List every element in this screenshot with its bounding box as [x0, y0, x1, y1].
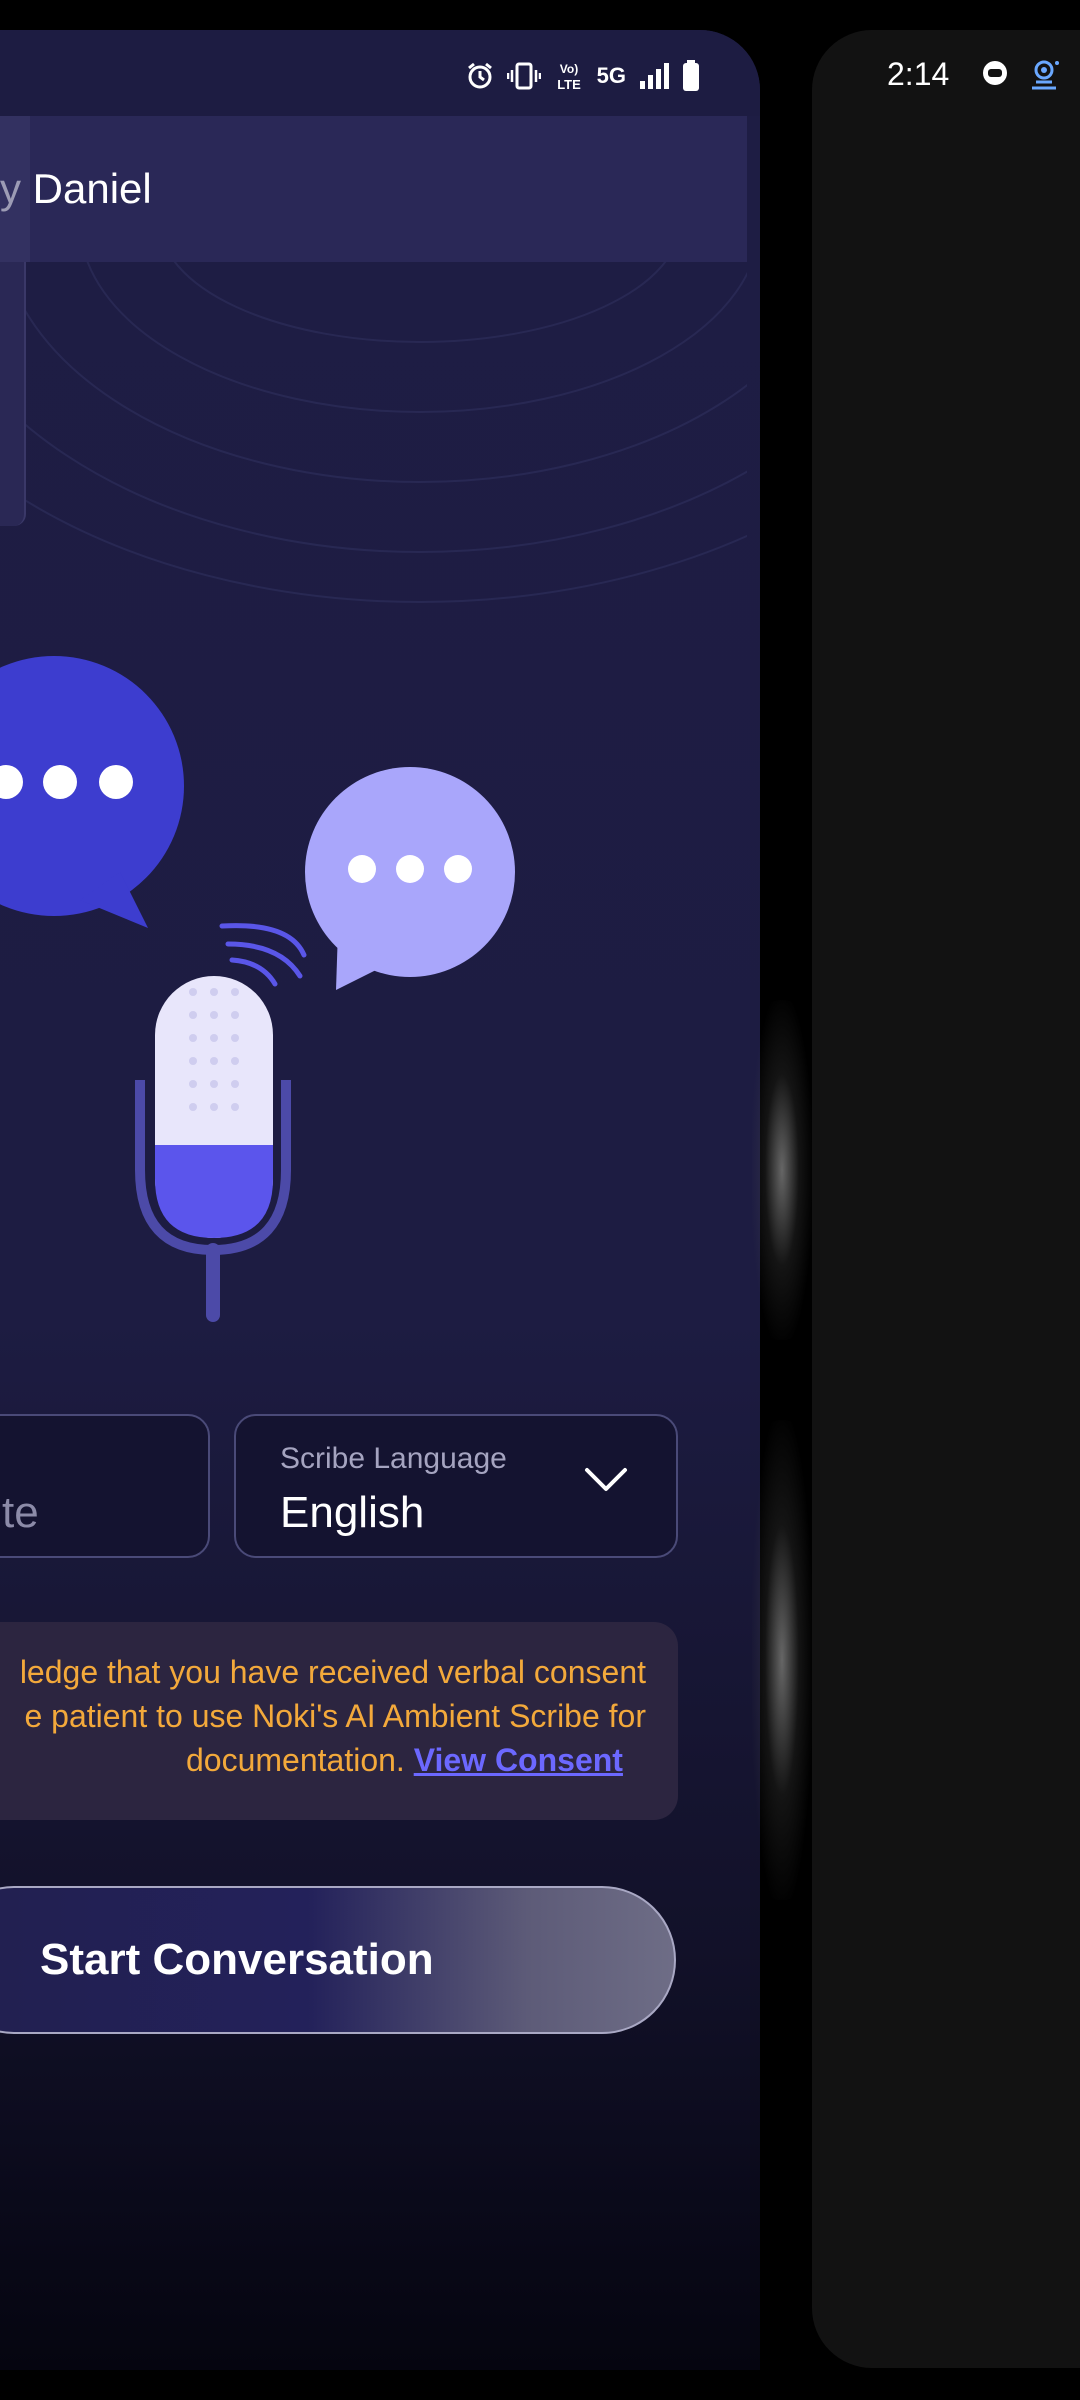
consent-line-3: documentation. View Consent	[0, 1738, 646, 1782]
scribe-language-value: English	[280, 1488, 425, 1537]
signal-icon	[640, 63, 669, 89]
recent-app-card[interactable]: 2:14	[812, 30, 1080, 2368]
svg-text:LTE: LTE	[557, 77, 581, 92]
start-conversation-label: Start Conversation	[40, 1935, 434, 1984]
vibrate-icon	[506, 62, 541, 90]
svg-text:Vo): Vo)	[559, 62, 577, 76]
sound-wave-icon	[219, 923, 307, 987]
chevron-down-icon	[585, 1468, 627, 1491]
consent-line-3-text: documentation.	[186, 1742, 414, 1778]
edge-glow	[752, 1000, 812, 1340]
speech-bubble-icon	[0, 656, 184, 928]
app-screen: Vo) LTE 5G y Daniel te Scribe Language E…	[0, 30, 760, 2370]
status-bar: Vo) LTE 5G	[0, 30, 760, 116]
location-icon	[1032, 60, 1059, 90]
start-conversation-button[interactable]: Start Conversation	[0, 1886, 676, 2034]
face-icon	[983, 61, 1007, 85]
view-consent-link[interactable]: View Consent	[414, 1742, 623, 1778]
header-edge	[0, 116, 30, 262]
microphone-icon	[135, 976, 291, 1322]
conversation-illustration	[0, 656, 515, 1322]
volte-icon: Vo) LTE	[557, 62, 581, 92]
status-time: 2:14	[887, 56, 950, 92]
consent-notice: ledge that you have received verbal cons…	[0, 1622, 678, 1820]
alarm-icon	[467, 62, 492, 89]
edge-glow	[752, 1420, 812, 1900]
scribe-language-label: Scribe Language	[280, 1442, 507, 1475]
template-selector[interactable]: te	[0, 1414, 210, 1558]
template-selector-value: te	[2, 1488, 39, 1537]
consent-line-1: ledge that you have received verbal cons…	[19, 1654, 646, 1690]
side-card-edge	[0, 262, 26, 526]
speech-bubble-icon	[305, 767, 515, 990]
battery-icon	[683, 60, 699, 91]
app-header: y Daniel	[0, 116, 747, 262]
scribe-language-dropdown[interactable]: Scribe Language English	[234, 1414, 678, 1558]
network-type-label: 5G	[596, 63, 626, 88]
consent-line-2: e patient to use Noki's AI Ambient Scrib…	[24, 1698, 646, 1734]
